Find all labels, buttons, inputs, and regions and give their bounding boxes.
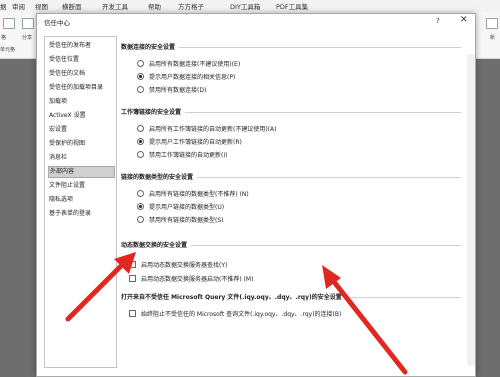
option-label: 始终阻止不受信任的 Microsoft 查询文件(.iqy.oqy、.dqy、.… (141, 311, 342, 318)
checkbox[interactable] (129, 275, 136, 282)
section-title-dde: 动态数据交换的安全设置 (121, 242, 188, 249)
dialog-title: 信任中心 (44, 19, 70, 27)
radio-button[interactable] (137, 151, 144, 158)
nav-item-macro[interactable]: 宏设置 (48, 124, 113, 135)
radio-linked-types-disable[interactable]: 禁用所有链接的数据类型(S) (137, 216, 224, 225)
nav-item-file-block[interactable]: 文件阻止设置 (48, 180, 113, 191)
checkbox-mq-block[interactable]: 始终阻止不受信任的 Microsoft 查询文件(.iqy.oqy、.dqy、.… (129, 310, 341, 319)
nav-item-privacy[interactable]: 隐私选项 (48, 194, 113, 205)
ribbon-tab-help[interactable]: 帮助 (148, 1, 161, 11)
checkbox-dde-launch[interactable]: 启用动态数据交换服务器启动(不推荐) (M) (129, 275, 253, 284)
settings-content: 数据连接的安全设置 启用所有数据连接(不建议使用)(E) 提示用户数据连接的相关… (121, 38, 473, 368)
ribbon-tab-section[interactable]: 横断面 (62, 1, 82, 11)
nav-item-form-login[interactable]: 基于表单的登录 (48, 208, 113, 219)
nav-item-message-bar[interactable]: 消息栏 (48, 152, 113, 163)
option-label: 禁用所有数据连接(D) (149, 87, 207, 94)
nav-item-addins[interactable]: 加载项 (48, 96, 113, 107)
option-label: 启用所有链接的数据类型(不推荐) (N) (149, 191, 249, 198)
radio-button[interactable] (137, 60, 144, 67)
radio-workbook-links-enable[interactable]: 启用所有工作簿链接的自动更新(不建议使用)(A) (137, 125, 276, 134)
checkbox[interactable] (129, 261, 136, 268)
ribbon-tab-view[interactable]: 视图 (35, 1, 48, 11)
section-title-microsoft-query: 打开来自不受信任 Microsoft Query 文件(.iqy.oqy、.dq… (121, 294, 342, 301)
radio-button-selected[interactable] (137, 203, 144, 210)
ribbon-tab-developer[interactable]: 开发工具 (102, 1, 128, 11)
vertical-scrollbar[interactable] (467, 54, 475, 366)
section-divider (197, 176, 461, 178)
ribbon-tab-data[interactable]: 据 (0, 1, 7, 11)
radio-workbook-links-disable[interactable]: 禁用工作簿链接的自动更新(I) (137, 151, 227, 160)
option-label: 启用所有数据连接(不建议使用)(E) (149, 61, 241, 68)
ribbon-label-share: 分享 (22, 35, 33, 41)
ribbon-tab-pdf[interactable]: PDF工具集 (276, 1, 308, 11)
option-label: 禁用所有链接的数据类型(S) (149, 217, 224, 224)
checkbox-dde-lookup[interactable]: 启用动态数据交换服务器查找(Y) (129, 261, 227, 270)
trust-center-dialog: 信任中心 ? ✕ 受信任的发布者 受信任位置 受信任的文档 受信任的加载项目录 … (36, 13, 476, 377)
radio-button-selected[interactable] (137, 138, 144, 145)
radio-button-selected[interactable] (137, 73, 144, 80)
section-divider (191, 244, 461, 246)
section-divider (179, 46, 461, 48)
ribbon-label-format: 格 (1, 35, 7, 41)
help-icon[interactable]: ? (436, 17, 440, 25)
radio-button[interactable] (137, 125, 144, 132)
ribbon-tab-diy[interactable]: DIY工具箱 (230, 1, 260, 11)
option-label: 启用所有工作簿链接的自动更新(不建议使用)(A) (149, 126, 277, 133)
option-label: 提示用户工作簿链接的自动更新(R) (149, 139, 242, 146)
nav-item-trusted-addin-catalogs[interactable]: 受信任的加载项目录 (48, 82, 113, 93)
option-label: 提示用户数据连接的相关信息(P) (149, 74, 236, 81)
nav-item-trusted-publishers[interactable]: 受信任的发布者 (48, 40, 113, 51)
radio-data-conn-disable[interactable]: 禁用所有数据连接(D) (137, 86, 206, 95)
share-icon[interactable] (22, 18, 34, 29)
nav-item-activex[interactable]: ActiveX 设置 (48, 110, 113, 121)
new-icon[interactable] (486, 18, 498, 29)
section-title-workbook-links: 工作簿链接的安全设置 (121, 109, 182, 116)
nav-item-protected-view[interactable]: 受保护的视图 (48, 138, 113, 149)
option-label: 启用动态数据交换服务器启动(不推荐) (M) (141, 276, 254, 283)
section-divider (346, 296, 461, 298)
nav-item-trusted-documents[interactable]: 受信任的文档 (48, 68, 113, 79)
ribbon-label-new: 新 (490, 35, 496, 41)
radio-data-conn-enable[interactable]: 启用所有数据连接(不建议使用)(E) (137, 60, 240, 69)
radio-linked-types-prompt[interactable]: 提示用户链接的数据类型(U) (137, 203, 224, 212)
nav-item-trusted-locations[interactable]: 受信任位置 (48, 54, 113, 65)
close-icon[interactable]: ✕ (460, 15, 468, 25)
radio-workbook-links-prompt[interactable]: 提示用户工作簿链接的自动更新(R) (137, 138, 242, 147)
ribbon-tab-review[interactable]: 审阅 (12, 1, 25, 11)
ribbon-tab-bar: 据 审阅 视图 横断面 开发工具 帮助 方方格子 DIY工具箱 PDF工具集 (0, 0, 500, 12)
radio-linked-types-enable[interactable]: 启用所有链接的数据类型(不推荐) (N) (137, 190, 249, 199)
radio-button[interactable] (137, 190, 144, 197)
ribbon-label-cells: 单元格 (0, 47, 16, 53)
section-divider (185, 111, 461, 113)
trust-center-nav: 受信任的发布者 受信任位置 受信任的文档 受信任的加载项目录 加载项 Activ… (44, 36, 117, 368)
radio-button[interactable] (137, 216, 144, 223)
checkbox[interactable] (129, 310, 136, 317)
nav-item-external-content[interactable]: 外部内容 (48, 166, 115, 178)
format-icon[interactable] (3, 18, 15, 29)
option-label: 禁用工作簿链接的自动更新(I) (149, 152, 228, 159)
radio-button[interactable] (137, 86, 144, 93)
option-label: 启用动态数据交换服务器查找(Y) (141, 262, 228, 269)
radio-data-conn-prompt[interactable]: 提示用户数据连接的相关信息(P) (137, 73, 235, 82)
ribbon-tab-ffcell[interactable]: 方方格子 (178, 1, 204, 11)
option-label: 提示用户链接的数据类型(U) (149, 204, 225, 211)
section-title-data-connections: 数据连接的安全设置 (121, 44, 176, 51)
section-title-linked-data-types: 链接的数据类型的安全设置 (121, 174, 194, 181)
